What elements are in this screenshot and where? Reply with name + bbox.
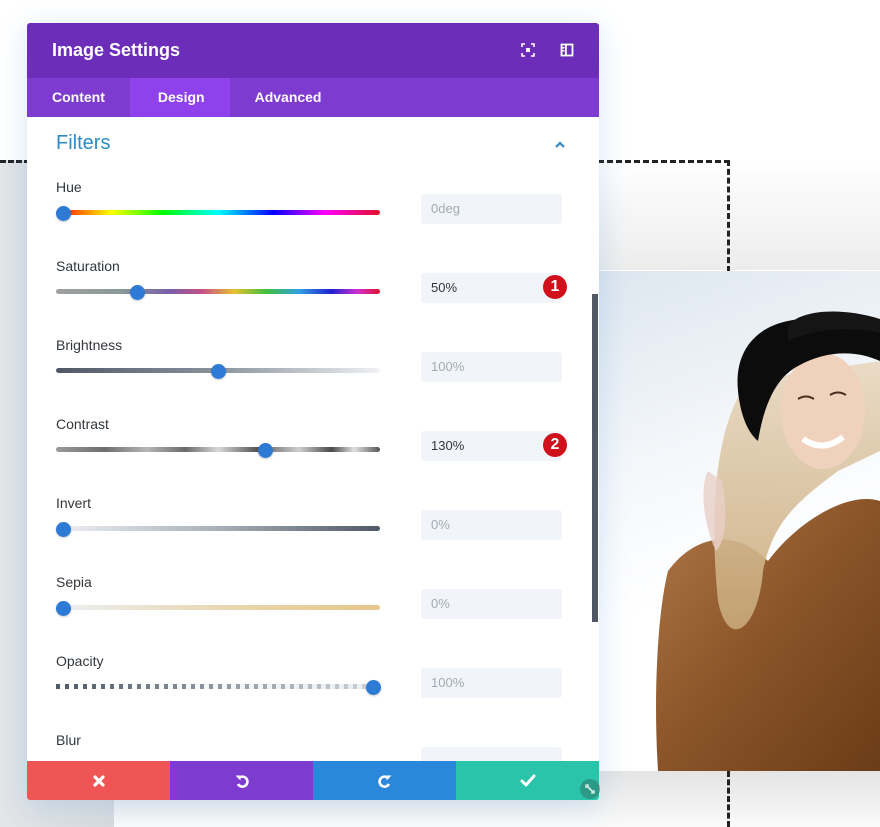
dashed-outline xyxy=(727,771,730,827)
filter-invert: Invert 0% xyxy=(56,495,568,574)
opacity-slider[interactable] xyxy=(56,680,381,695)
dashed-outline xyxy=(0,160,30,163)
slider-track xyxy=(56,605,380,610)
expand-icon[interactable] xyxy=(520,42,536,58)
saturation-slider[interactable] xyxy=(56,285,380,300)
filter-contrast: Contrast 130% 2 xyxy=(56,416,568,495)
section-title: Filters xyxy=(56,132,111,154)
contrast-slider[interactable] xyxy=(56,443,380,458)
step-badge: 1 xyxy=(543,275,567,299)
slider-track xyxy=(56,289,380,294)
modal-tabs: Content Design Advanced xyxy=(27,78,599,117)
slider-track xyxy=(56,684,380,689)
settings-panel: Filters Hue 0deg Saturation 50% 1 Bright… xyxy=(27,117,599,762)
brightness-slider[interactable] xyxy=(56,364,380,379)
modal-header[interactable]: Image Settings xyxy=(27,23,599,78)
tab-design[interactable]: Design xyxy=(129,78,230,117)
filter-blur: Blur xyxy=(56,732,568,762)
slider-handle[interactable] xyxy=(56,601,71,616)
image-module-preview[interactable] xyxy=(598,271,880,771)
invert-slider[interactable] xyxy=(56,522,380,537)
chevron-up-icon[interactable] xyxy=(554,138,566,150)
brightness-input[interactable]: 100% xyxy=(421,352,562,382)
slider-handle[interactable] xyxy=(56,522,71,537)
slider-handle[interactable] xyxy=(56,206,71,221)
contrast-input[interactable]: 130% xyxy=(421,431,562,461)
slider-track xyxy=(56,447,380,452)
invert-input[interactable]: 0% xyxy=(421,510,562,540)
opacity-input[interactable]: 100% xyxy=(421,668,562,698)
field-label: Brightness xyxy=(56,337,123,353)
filter-sepia: Sepia 0% xyxy=(56,574,568,653)
slider-track xyxy=(56,210,380,215)
close-icon xyxy=(92,774,105,787)
filter-hue: Hue 0deg xyxy=(56,179,568,258)
field-label: Sepia xyxy=(56,574,92,590)
resize-icon xyxy=(585,784,595,794)
saturation-input[interactable]: 50% xyxy=(421,273,562,303)
resize-handle[interactable] xyxy=(580,779,600,799)
image-settings-modal: Image Settings Content Design Advanced F… xyxy=(27,23,599,800)
step-badge: 2 xyxy=(543,433,567,457)
modal-footer xyxy=(27,761,599,800)
dashed-outline xyxy=(727,160,730,272)
sepia-slider[interactable] xyxy=(56,601,380,616)
slider-handle[interactable] xyxy=(366,680,381,695)
builder-canvas: Image Settings Content Design Advanced F… xyxy=(0,0,880,827)
cancel-button[interactable] xyxy=(27,761,170,800)
modal-title: Image Settings xyxy=(52,40,181,60)
save-button[interactable] xyxy=(456,761,599,800)
filter-opacity: Opacity 100% xyxy=(56,653,568,732)
redo-button[interactable] xyxy=(313,761,456,800)
field-label: Hue xyxy=(56,179,82,195)
blur-input[interactable] xyxy=(421,747,562,762)
field-label: Invert xyxy=(56,495,92,511)
filter-saturation: Saturation 50% 1 xyxy=(56,258,568,337)
field-label: Contrast xyxy=(56,416,109,432)
slider-handle[interactable] xyxy=(130,285,145,300)
sidebar-toggle-icon[interactable] xyxy=(559,42,575,58)
hue-input[interactable]: 0deg xyxy=(421,194,562,224)
redo-icon xyxy=(377,774,391,788)
tab-advanced[interactable]: Advanced xyxy=(230,78,347,117)
slider-handle[interactable] xyxy=(257,443,273,458)
field-label: Blur xyxy=(56,732,81,748)
check-icon xyxy=(520,774,535,786)
woman-with-hat-photo xyxy=(656,311,880,771)
filters-section-toggle[interactable]: Filters xyxy=(56,132,566,162)
panel-scrollbar[interactable] xyxy=(592,294,598,622)
hue-slider[interactable] xyxy=(56,206,380,221)
dashed-outline xyxy=(598,160,730,163)
field-label: Saturation xyxy=(56,258,120,274)
tab-content[interactable]: Content xyxy=(27,78,130,117)
field-label: Opacity xyxy=(56,653,104,669)
sepia-input[interactable]: 0% xyxy=(421,589,562,619)
filter-brightness: Brightness 100% xyxy=(56,337,568,416)
undo-button[interactable] xyxy=(170,761,313,800)
slider-track xyxy=(56,526,380,531)
undo-icon xyxy=(235,774,249,788)
slider-handle[interactable] xyxy=(211,364,226,379)
